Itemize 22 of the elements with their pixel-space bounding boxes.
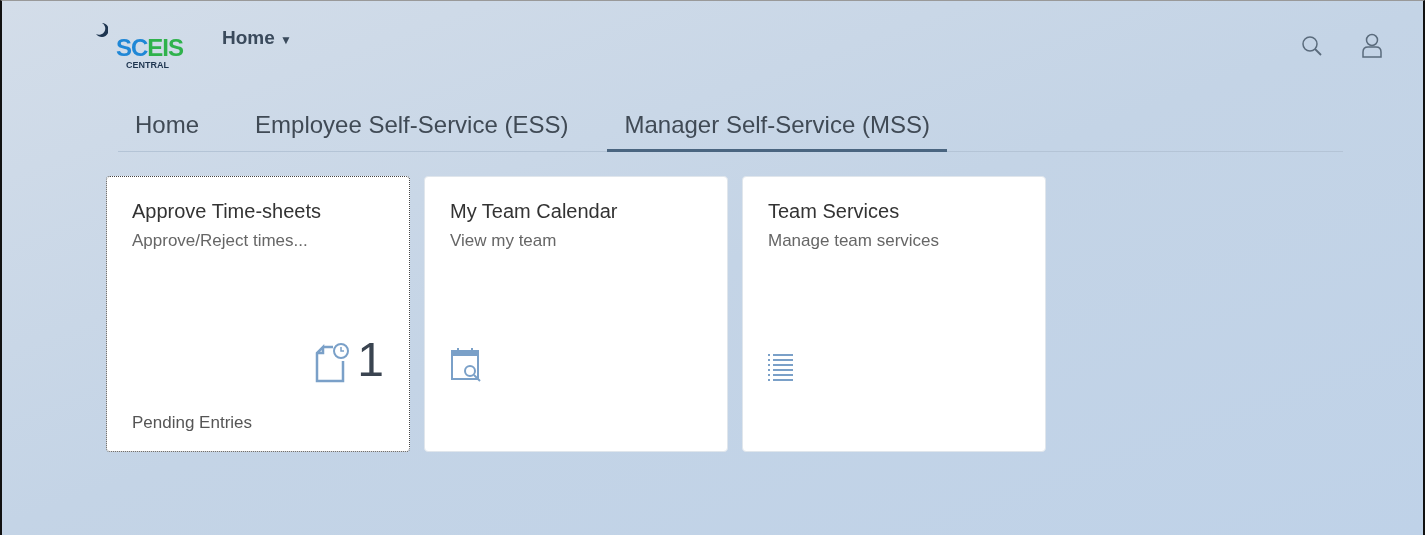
tile-footer: Pending Entries xyxy=(132,413,384,433)
pending-count: 1 xyxy=(357,337,384,383)
moon-icon xyxy=(96,23,108,37)
tile[interactable]: My Team Calendar View my team xyxy=(424,176,728,452)
tile-subtitle: Approve/Reject times... xyxy=(132,231,309,251)
document-clock-icon xyxy=(315,341,352,383)
user-icon[interactable] xyxy=(1361,33,1383,59)
search-icon[interactable] xyxy=(1301,35,1323,57)
list-icon xyxy=(768,353,794,383)
home-menu[interactable]: Home ▼ xyxy=(222,27,292,49)
tile-title: My Team Calendar xyxy=(450,199,619,223)
tile[interactable]: Approve Time-sheets Approve/Reject times... 1 Pending Entries xyxy=(106,176,410,452)
tab[interactable]: Employee Self-Service (ESS) xyxy=(238,91,586,152)
tile-title: Team Services xyxy=(768,199,901,223)
tile[interactable]: Team Services Manage team services xyxy=(742,176,1046,452)
tab[interactable]: Home xyxy=(118,91,217,152)
tile-title: Approve Time-sheets xyxy=(132,199,322,223)
logo-subtitle: CENTRAL xyxy=(125,60,170,70)
tile-subtitle: Manage team services xyxy=(768,231,941,251)
tile-subtitle: View my team xyxy=(450,231,558,251)
logo-text: SCEIS xyxy=(116,36,185,60)
tab[interactable]: Manager Self-Service (MSS) xyxy=(607,91,947,152)
